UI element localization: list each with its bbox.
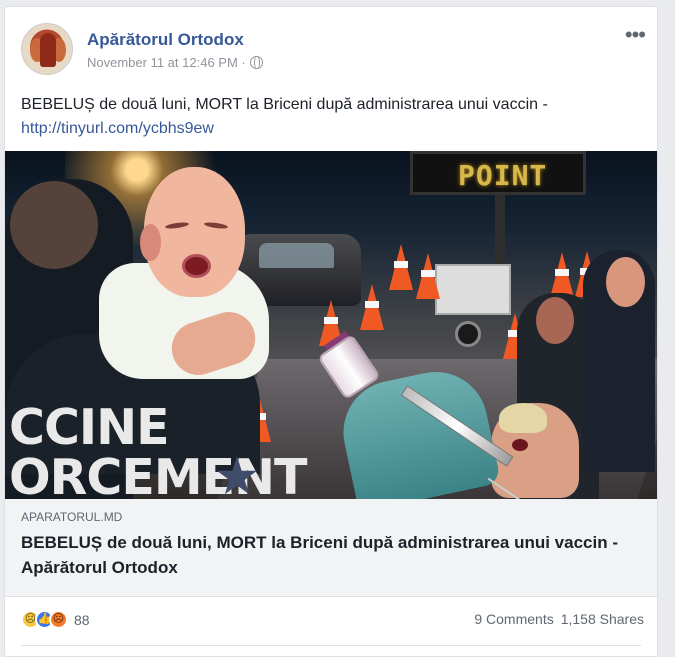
post-message-link[interactable]: http://tinyurl.com/ycbhs9ew xyxy=(21,120,214,137)
baby-mouth xyxy=(182,254,211,278)
officer-right-head xyxy=(606,257,645,307)
car-window xyxy=(259,243,334,268)
traffic-cone-icon xyxy=(550,252,574,298)
post-message-text: BEBELUȘ de două luni, MORT la Briceni du… xyxy=(21,96,548,113)
link-title[interactable]: BEBELUȘ de două luni, MORT la Briceni du… xyxy=(21,530,646,580)
facebook-post-card: Apărătorul Ortodox November 11 at 12:46 … xyxy=(4,6,658,657)
baby-ear xyxy=(140,224,161,261)
link-domain: APARATORUL.MD xyxy=(21,510,123,524)
woman-hair xyxy=(499,403,547,433)
post-message: BEBELUȘ de două luni, MORT la Briceni du… xyxy=(21,93,641,141)
woman-mouth xyxy=(512,439,528,451)
trailer-wheel-icon xyxy=(455,321,481,347)
post-header: Apărătorul Ortodox November 11 at 12:46 … xyxy=(21,23,646,81)
engagement-stats: 9 Comments 1,158 Shares xyxy=(474,611,644,627)
globe-icon xyxy=(249,56,263,69)
checkpoint-sign: POINT xyxy=(410,151,586,195)
angry-reaction-icon: ☹ xyxy=(49,610,68,629)
avatar-saint-icon xyxy=(40,33,56,67)
page-name-link[interactable]: Apărătorul Ortodox xyxy=(87,30,244,50)
checkpoint-sign-text: POINT xyxy=(458,159,548,192)
traffic-cone-icon xyxy=(416,253,440,299)
reaction-count: 88 xyxy=(74,611,90,628)
post-meta: November 11 at 12:46 PM · xyxy=(87,55,263,70)
comments-count-link[interactable]: 9 Comments xyxy=(474,611,553,627)
officer-left-head xyxy=(10,181,98,269)
shares-count-link[interactable]: 1,158 Shares xyxy=(561,611,644,627)
reactions-summary[interactable]: ☹ 👍 ☹ 88 xyxy=(21,610,90,629)
more-options-icon[interactable]: ••• xyxy=(625,24,646,46)
post-timestamp[interactable]: November 11 at 12:46 PM · xyxy=(87,55,246,70)
page-avatar[interactable] xyxy=(21,23,73,75)
actions-divider xyxy=(21,645,641,646)
uniform-text: CCINE ORCEMENT xyxy=(9,399,307,500)
traffic-cone-icon xyxy=(389,244,413,290)
shared-image[interactable]: POINT CCINE ORCEMENT xyxy=(5,151,657,500)
link-preview[interactable]: APARATORUL.MD BEBELUȘ de două luni, MORT… xyxy=(5,499,657,597)
traffic-cone-icon xyxy=(360,284,384,330)
trailer-illustration xyxy=(435,264,511,315)
post-engagement-bar: ☹ 👍 ☹ 88 9 Comments 1,158 Shares xyxy=(21,605,644,640)
officer-middle-head xyxy=(536,297,574,344)
